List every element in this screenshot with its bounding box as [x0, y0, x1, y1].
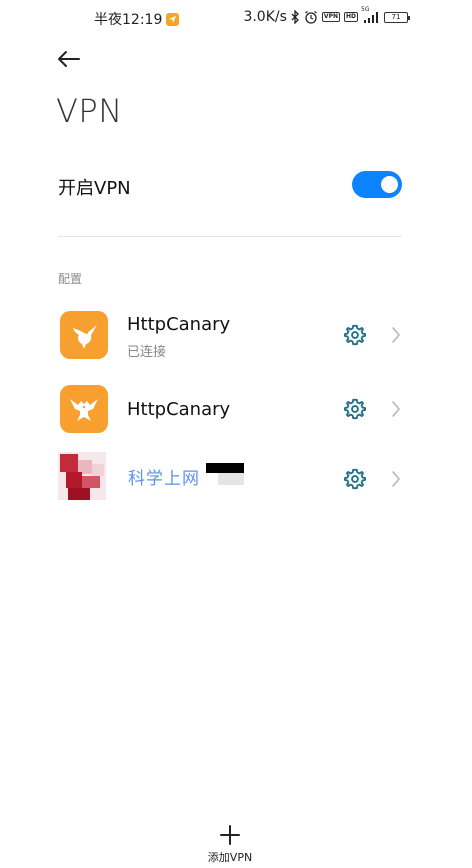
settings-gear-icon[interactable] — [344, 468, 366, 490]
status-left: 半夜12:19 — [94, 9, 180, 29]
add-vpn-label: 添加VPN — [207, 851, 253, 864]
vpn-name: 科学上网 — [128, 469, 200, 489]
eagle-icon — [60, 385, 108, 433]
censored-icon — [58, 452, 106, 500]
chevron-right-icon — [392, 401, 400, 417]
status-time: 半夜12:19 — [94, 12, 163, 28]
vpn-name: HttpCanary — [127, 314, 231, 335]
section-label: 配置 — [58, 272, 83, 286]
vpn-item-httpcanary-2[interactable]: HttpCanary — [58, 382, 408, 438]
plus-icon — [220, 825, 240, 845]
vpn-item-httpcanary-1[interactable]: HttpCanary 已连接 — [58, 308, 408, 364]
settings-gear-icon[interactable] — [344, 324, 366, 346]
network-speed: 3.0K/s — [243, 9, 287, 25]
navigation-icon — [166, 12, 180, 26]
vpn-toggle-row[interactable]: 开启VPN — [58, 168, 402, 204]
bluetooth-icon — [291, 10, 300, 24]
settings-gear-icon[interactable] — [344, 398, 366, 420]
redaction-bar-grey — [218, 473, 244, 485]
chevron-right-icon — [392, 471, 400, 487]
signal-icon: 5G — [361, 6, 380, 23]
status-bar: 半夜12:19 3.0K/s VPN HD 5G 71 — [0, 0, 472, 36]
vpn-item-censored[interactable]: 科学上网 — [58, 452, 408, 508]
signal-label: 5G — [361, 6, 370, 13]
vpn-status-badge: VPN — [321, 12, 340, 22]
battery-icon: 71 — [384, 11, 410, 23]
hummingbird-icon — [60, 311, 108, 359]
status-right: 3.0K/s VPN HD 5G 71 — [243, 6, 410, 25]
back-arrow-icon — [58, 51, 80, 67]
chevron-right-icon — [392, 327, 400, 343]
hd-badge: HD — [343, 12, 358, 22]
battery-level: 71 — [391, 12, 401, 21]
alarm-icon — [304, 10, 318, 24]
vpn-toggle-switch[interactable] — [352, 171, 402, 198]
vpn-status: 已连接 — [127, 345, 167, 360]
redaction-bar — [206, 463, 244, 473]
toggle-knob — [381, 176, 398, 193]
page-title: VPN — [56, 92, 123, 130]
add-vpn-button[interactable]: 添加VPN — [196, 824, 264, 868]
divider — [58, 236, 402, 237]
vpn-toggle-label: 开启VPN — [58, 178, 131, 199]
back-button[interactable] — [54, 46, 84, 72]
vpn-name: HttpCanary — [127, 399, 231, 420]
